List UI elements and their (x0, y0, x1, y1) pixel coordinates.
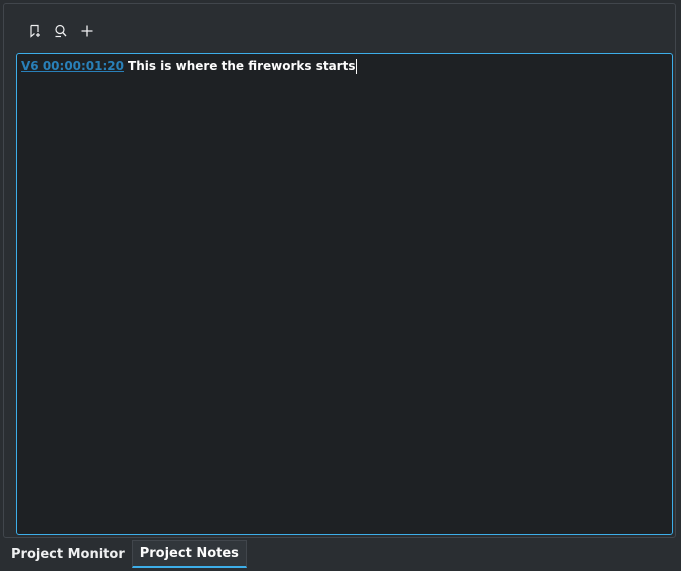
tab-project-notes[interactable]: Project Notes (131, 540, 247, 568)
plus-icon (80, 24, 94, 38)
add-bookmark-button[interactable] (22, 18, 48, 44)
find-icon (54, 24, 68, 38)
notes-editor[interactable]: V6 00:00:01:20 This is where the firewor… (16, 53, 673, 535)
find-timestamp-button[interactable] (48, 18, 74, 44)
notes-toolbar (22, 18, 100, 44)
bookmark-add-icon (28, 24, 42, 38)
bottom-tab-bar: Project Monitor Project Notes (0, 540, 681, 571)
project-notes-panel: V6 00:00:01:20 This is where the firewor… (3, 3, 676, 538)
add-note-button[interactable] (74, 18, 100, 44)
timestamp-link[interactable]: V6 00:00:01:20 (21, 58, 124, 75)
note-line: V6 00:00:01:20 This is where the firewor… (21, 58, 668, 75)
text-cursor (356, 59, 358, 74)
application-window: V6 00:00:01:20 This is where the firewor… (0, 0, 681, 571)
note-text: This is where the fireworks starts (128, 59, 356, 73)
tab-project-monitor[interactable]: Project Monitor (4, 540, 132, 568)
